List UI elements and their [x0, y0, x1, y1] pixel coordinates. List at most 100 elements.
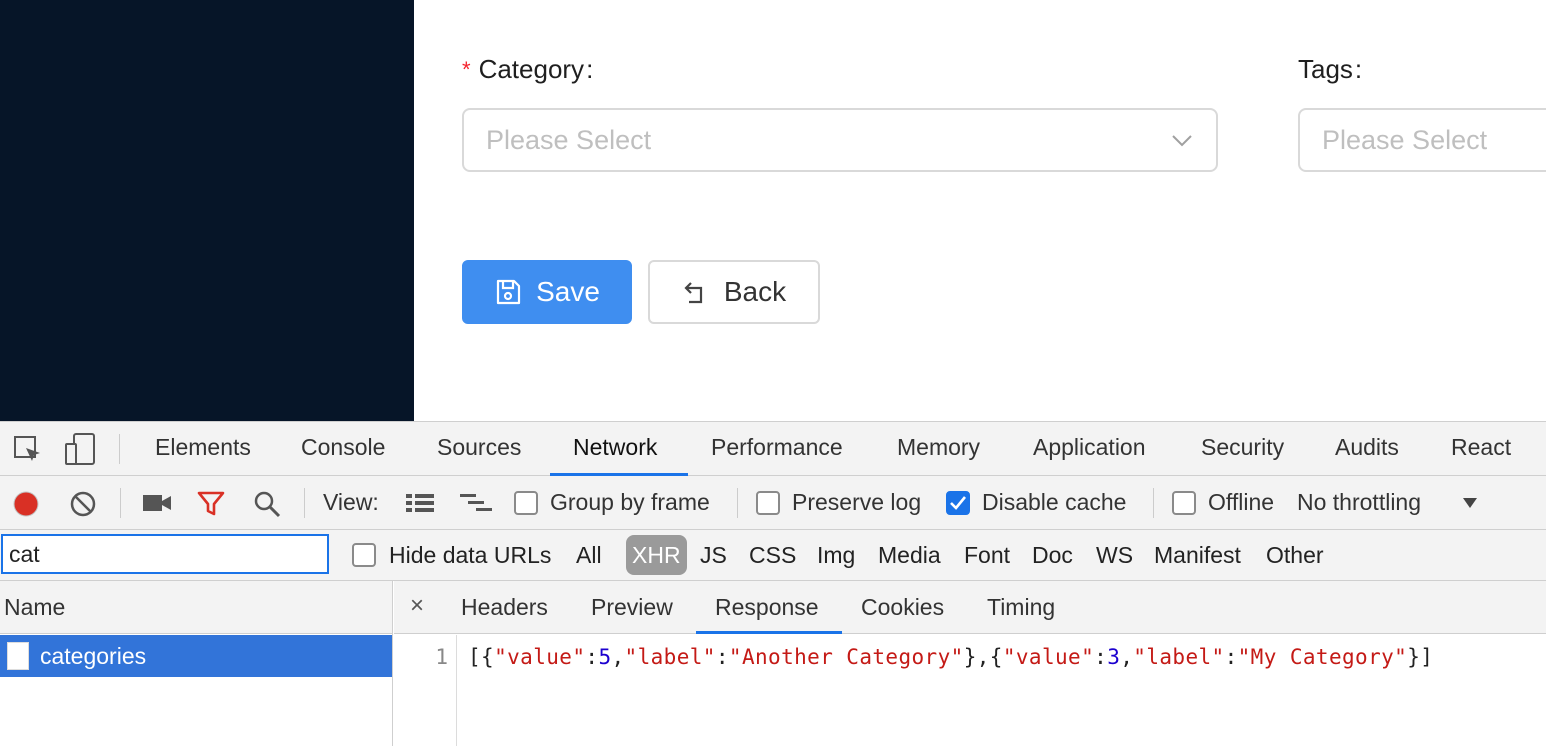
throttling-select[interactable]: No throttling — [1297, 489, 1421, 516]
filter-type-media[interactable]: Media — [878, 542, 941, 569]
device-toolbar-icon[interactable] — [64, 432, 98, 466]
large-rows-icon[interactable] — [405, 492, 435, 514]
filter-icon[interactable] — [197, 490, 225, 518]
response-token: : — [585, 645, 599, 669]
group-by-frame-label: Group by frame — [550, 489, 710, 515]
divider — [120, 488, 121, 518]
form-area: * Category : Please Select Tags : Please… — [414, 0, 1546, 421]
category-label: * Category : — [462, 54, 593, 85]
tab-performance[interactable]: Performance — [711, 434, 843, 461]
app-window: * Category : Please Select Tags : Please… — [0, 0, 1546, 746]
hide-data-urls-label: Hide data URLs — [389, 542, 552, 568]
request-list-header: Name — [0, 581, 392, 634]
line-number-gutter: 1 — [394, 635, 457, 746]
disable-cache-label: Disable cache — [982, 489, 1127, 515]
category-label-colon: : — [586, 54, 594, 84]
filter-type-css[interactable]: CSS — [749, 542, 796, 569]
network-toolbar: View: Group by frame Preserve log Disabl… — [0, 476, 1546, 530]
filter-type-all[interactable]: All — [576, 542, 602, 569]
offline-checkbox[interactable] — [1172, 491, 1196, 515]
category-select-placeholder: Please Select — [486, 124, 652, 155]
tags-label-text: Tags — [1298, 54, 1353, 84]
divider — [1153, 488, 1154, 518]
dropdown-arrow-icon[interactable] — [1462, 497, 1478, 509]
offline-label: Offline — [1208, 489, 1275, 515]
filter-type-other[interactable]: Other — [1266, 542, 1324, 569]
hide-data-urls-checkbox[interactable] — [352, 543, 376, 567]
response-token: : — [1224, 645, 1238, 669]
tab-timing[interactable]: Timing — [987, 594, 1055, 621]
tab-application[interactable]: Application — [1033, 434, 1146, 461]
preserve-log-checkbox[interactable] — [756, 491, 780, 515]
group-by-frame-checkbox[interactable] — [514, 491, 538, 515]
tab-headers[interactable]: Headers — [461, 594, 548, 621]
clear-icon[interactable] — [69, 490, 97, 518]
filter-type-font[interactable]: Font — [964, 542, 1010, 569]
response-token: 3 — [1107, 645, 1121, 669]
tab-audits[interactable]: Audits — [1335, 434, 1399, 461]
tab-console[interactable]: Console — [301, 434, 385, 461]
request-details: × Headers Preview Response Cookies Timin… — [394, 581, 1546, 746]
devtools-tab-bar: Elements Console Sources Network Perform… — [0, 422, 1546, 476]
details-tab-bar: × Headers Preview Response Cookies Timin… — [394, 581, 1546, 634]
tab-cookies[interactable]: Cookies — [861, 594, 944, 621]
response-token: 5 — [598, 645, 612, 669]
waterfall-icon[interactable] — [459, 492, 493, 514]
save-icon — [496, 279, 521, 305]
screenshot-camera-icon[interactable] — [142, 492, 172, 514]
filter-type-img[interactable]: Img — [817, 542, 855, 569]
divider — [304, 488, 305, 518]
tags-select[interactable]: Please Select — [1298, 108, 1546, 172]
save-button[interactable]: Save — [462, 260, 632, 324]
response-token: },{ — [963, 645, 1003, 669]
document-icon — [7, 642, 29, 670]
request-list: Name categories — [0, 581, 393, 746]
tab-react[interactable]: React — [1451, 434, 1511, 461]
tags-label: Tags : — [1298, 54, 1362, 85]
devtools-panel: Elements Console Sources Network Perform… — [0, 421, 1546, 746]
request-row[interactable]: categories — [0, 635, 392, 677]
tab-security[interactable]: Security — [1201, 434, 1284, 461]
app-sidebar — [0, 0, 414, 421]
response-token: "Another Category" — [728, 645, 964, 669]
search-icon[interactable] — [253, 490, 281, 518]
back-button[interactable]: Back — [648, 260, 820, 324]
request-name: categories — [40, 642, 147, 669]
tab-preview[interactable]: Preview — [591, 594, 673, 621]
tags-label-colon: : — [1354, 54, 1363, 84]
response-token: "label" — [1133, 645, 1225, 669]
tab-memory[interactable]: Memory — [897, 434, 980, 461]
name-column-header[interactable]: Name — [4, 594, 65, 621]
tab-network[interactable]: Network — [573, 434, 657, 461]
tab-elements[interactable]: Elements — [155, 434, 251, 461]
save-button-label: Save — [536, 276, 600, 307]
back-arrow-icon — [684, 282, 702, 304]
response-token: "value" — [494, 645, 586, 669]
tab-response[interactable]: Response — [715, 594, 819, 621]
category-select[interactable]: Please Select — [462, 108, 1218, 172]
filter-type-ws[interactable]: WS — [1096, 542, 1133, 569]
response-token: "value" — [1002, 645, 1095, 669]
required-mark: * — [462, 56, 471, 82]
record-icon[interactable] — [12, 490, 40, 518]
line-number: 1 — [435, 645, 448, 669]
checkmark-icon — [950, 496, 967, 510]
response-token: "label" — [624, 645, 716, 669]
divider — [119, 434, 120, 464]
response-token: , — [1120, 645, 1134, 669]
response-token: : — [715, 645, 729, 669]
response-token: [{ — [468, 645, 495, 669]
filter-type-xhr[interactable]: XHR — [626, 535, 687, 575]
filter-input[interactable] — [1, 534, 329, 574]
filter-type-js[interactable]: JS — [700, 542, 727, 569]
response-token: , — [611, 645, 625, 669]
disable-cache-checkbox[interactable] — [946, 491, 970, 515]
response-body: [{"value":5,"label":"Another Category"},… — [468, 645, 1433, 669]
tab-sources[interactable]: Sources — [437, 434, 521, 461]
close-icon[interactable]: × — [410, 592, 424, 620]
filter-type-doc[interactable]: Doc — [1032, 542, 1073, 569]
response-token: }] — [1407, 645, 1434, 669]
filter-type-manifest[interactable]: Manifest — [1154, 542, 1241, 569]
filter-bar: Hide data URLs All XHR JS CSS Img Media … — [0, 530, 1546, 581]
inspect-element-icon[interactable] — [12, 434, 44, 466]
